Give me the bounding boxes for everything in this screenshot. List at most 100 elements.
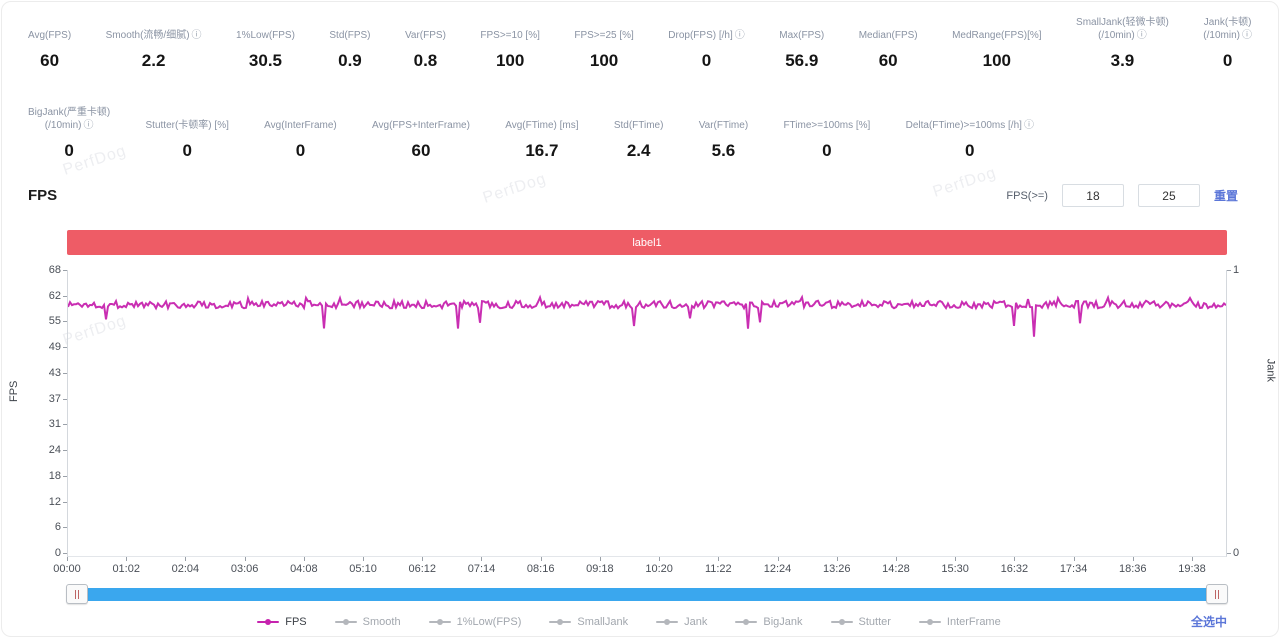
metric-label: SmallJank(轻微卡顿)(/10min)ⓘ [1076,10,1169,42]
legend-item-1-low-fps-[interactable]: 1%Low(FPS) [429,616,522,628]
legend-marker-icon [257,621,279,623]
metric-label-text: FPS>=25 [%] [574,29,633,42]
metric-label-text: Median(FPS) [859,29,918,42]
x-tick-label: 16:32 [992,563,1036,575]
metric-label-text: (/10min) [45,119,82,132]
x-tick-label: 15:30 [933,563,977,575]
x-tick-label: 08:16 [519,563,563,575]
metric-value: 2.4 [627,141,651,161]
x-tick-label: 06:12 [400,563,444,575]
legend-item-smooth[interactable]: Smooth [335,616,401,628]
metric-label-text: (/10min) [1203,29,1240,42]
metric-label-text: Drop(FPS) [/h] [668,29,732,42]
x-tick-mark [778,557,779,561]
legend-marker-icon [831,621,853,623]
metric-label: Avg(FPS+InterFrame) [372,100,470,132]
y-tick-label: 43 [27,367,61,379]
fps-chart-plot[interactable] [67,270,1227,557]
y-tick-label: 49 [27,341,61,353]
y-tick-label: 18 [27,470,61,482]
metric-value: 0.9 [338,51,362,71]
metric-label: Avg(FPS) [28,10,71,42]
scrollbar-left-handle[interactable] [66,584,88,604]
metric-label-text: FPS>=10 [%] [480,29,539,42]
legend-item-stutter[interactable]: Stutter [831,616,891,628]
metric-value: 56.9 [785,51,818,71]
scrollbar-range-bar[interactable] [67,588,1227,601]
metric-value: 0 [965,141,974,161]
legend-item-interframe[interactable]: InterFrame [919,616,1001,628]
info-icon[interactable]: ⓘ [83,119,93,132]
chart-scrollbar [67,587,1227,602]
metric-value: 0 [1223,51,1232,71]
metric-label-text: Avg(FPS) [28,29,71,42]
fps-section-title: FPS [28,187,57,204]
metric-value: 0 [822,141,831,161]
select-all-link[interactable]: 全选中 [1191,613,1227,630]
x-tick-label: 07:14 [459,563,503,575]
y-tick-label: 31 [27,418,61,430]
metric-label-text: Max(FPS) [779,29,824,42]
y-tick-label: 24 [27,444,61,456]
info-icon[interactable]: ⓘ [1024,119,1034,132]
metric-r2-6: Var(FTime)5.6 [699,100,748,161]
metric-r2-7: FTime>=100ms [%] 0 [783,100,870,161]
info-icon[interactable]: ⓘ [1137,29,1147,42]
fps-threshold-input-low[interactable] [1062,184,1124,207]
legend-item-label: 1%Low(FPS) [457,616,522,628]
x-tick-mark [896,557,897,561]
metric-label-text: Avg(FTime) [ms] [505,119,578,132]
x-tick-label: 17:34 [1052,563,1096,575]
metric-label: Var(FPS) [405,10,446,42]
fps-section-header: FPS FPS(>=) 重置 [28,184,1238,207]
metric-label: FTime>=100ms [%] [783,100,870,132]
metric-r1-2: 1%Low(FPS)30.5 [236,10,295,71]
x-tick-mark [1133,557,1134,561]
x-tick-mark [955,557,956,561]
y-axis-title-jank: Jank [1264,359,1276,382]
metric-label: Avg(InterFrame) [264,100,337,132]
legend-item-label: Smooth [363,616,401,628]
metric-value: 0 [702,51,711,71]
x-tick-mark [185,557,186,561]
metric-label: Smooth(流畅/细腻)ⓘ [106,10,202,42]
metric-value: 0.8 [414,51,438,71]
metric-label: Median(FPS) [859,10,918,42]
legend-item-bigjank[interactable]: BigJank [735,616,802,628]
y2-tick-label: 0 [1233,547,1267,559]
metric-value: 60 [879,51,898,71]
y-tick-label: 68 [27,264,61,276]
x-tick-label: 13:26 [815,563,859,575]
legend-marker-icon [919,621,941,623]
metric-r2-5: Std(FTime) 2.4 [614,100,664,161]
x-tick-mark [422,557,423,561]
x-tick-label: 10:20 [637,563,681,575]
metric-value: 60 [40,51,59,71]
legend-item-jank[interactable]: Jank [656,616,707,628]
info-icon[interactable]: ⓘ [735,29,745,42]
metric-label: Var(FTime) [699,100,748,132]
metric-value: 30.5 [249,51,282,71]
perfdog-report-card: PerfDogPerfDogPerfDogPerfDog Avg(FPS)60S… [1,1,1279,637]
x-tick-label: 14:28 [874,563,918,575]
info-icon[interactable]: ⓘ [1242,29,1252,42]
legend-item-smalljank[interactable]: SmallJank [549,616,628,628]
x-tick-label: 00:00 [45,563,89,575]
scrollbar-right-handle[interactable] [1206,584,1228,604]
legend-item-label: FPS [285,616,306,628]
x-tick-mark [541,557,542,561]
legend-item-fps[interactable]: FPS [257,616,306,628]
y2-tick-mark [1227,270,1231,271]
legend-item-label: Jank [684,616,707,628]
info-icon[interactable]: ⓘ [192,29,202,42]
metric-label-text: (/10min) [1098,29,1135,42]
x-tick-mark [1014,557,1015,561]
metric-r2-3: Avg(FPS+InterFrame)60 [372,100,470,161]
fps-threshold-input-high[interactable] [1138,184,1200,207]
metric-value: 16.7 [525,141,558,161]
metric-label: Std(FTime) [614,100,664,132]
metric-label: Max(FPS) [779,10,824,42]
x-tick-mark [304,557,305,561]
reset-link[interactable]: 重置 [1214,187,1238,204]
x-tick-mark [659,557,660,561]
